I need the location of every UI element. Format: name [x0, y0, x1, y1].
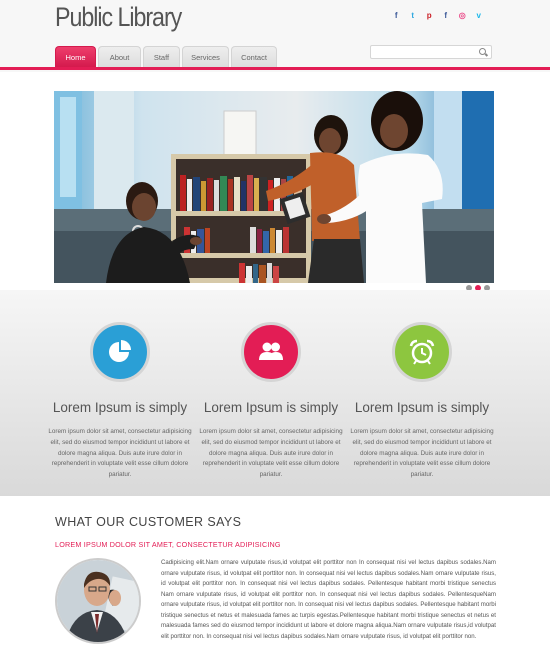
pie-chart-icon — [90, 322, 150, 382]
site-logo[interactable]: Public Library — [55, 2, 182, 33]
hero-slider[interactable] — [54, 91, 494, 283]
main-nav: Home About Staff Services Contact — [55, 46, 277, 67]
vimeo-icon[interactable]: v — [471, 10, 488, 22]
users-icon — [241, 322, 301, 382]
tab-about[interactable]: About — [98, 46, 141, 67]
facebook-alt-icon[interactable]: f — [438, 10, 455, 22]
pinterest-icon[interactable]: p — [421, 10, 438, 22]
feature-title: Lorem Ipsum is simply — [354, 400, 490, 415]
feature-text: Lorem ipsum dolor sit amet, consectetur … — [199, 428, 343, 479]
testimonial-section: WHAT OUR CUSTOMER SAYS LOREM IPSUM DOLOR… — [0, 496, 550, 654]
tab-contact[interactable]: Contact — [231, 46, 277, 67]
feature-1: Lorem Ipsum is simply Lorem ipsum dolor … — [40, 320, 200, 481]
tab-home[interactable]: Home — [55, 46, 96, 67]
header: Public Library f t p f ◎ v Home About St… — [0, 0, 550, 72]
feature-3: Lorem Ipsum is simply Lorem ipsum dolor … — [342, 320, 502, 481]
tab-staff[interactable]: Staff — [143, 46, 180, 67]
feature-title: Lorem Ipsum is simply — [203, 400, 339, 415]
avatar — [55, 558, 141, 644]
feature-text: Lorem ipsum dolor sit amet, consectetur … — [48, 428, 192, 479]
dribbble-icon[interactable]: ◎ — [454, 10, 471, 22]
features-section: Lorem Ipsum is simply Lorem ipsum dolor … — [0, 290, 550, 496]
feature-2: Lorem Ipsum is simply Lorem ipsum dolor … — [191, 320, 351, 481]
search-input[interactable] — [371, 51, 474, 64]
search-icon[interactable] — [479, 48, 486, 55]
search-box — [370, 45, 492, 64]
feature-title: Lorem Ipsum is simply — [52, 400, 188, 415]
alarm-clock-icon — [392, 322, 452, 382]
testimonial-text: Cadipisicing elit.Nam ornare vulputate r… — [161, 559, 496, 640]
twitter-icon[interactable]: t — [405, 10, 422, 22]
feature-text: Lorem ipsum dolor sit amet, consectetur … — [350, 428, 494, 479]
testimonial-subtitle: LOREM IPSUM DOLOR SIT AMET, CONSECTETUR … — [55, 540, 281, 549]
nav-underline — [0, 67, 550, 70]
facebook-icon[interactable]: f — [388, 10, 405, 22]
testimonial-title: WHAT OUR CUSTOMER SAYS — [55, 515, 242, 529]
social-links: f t p f ◎ v — [388, 10, 487, 22]
hero-photo — [54, 91, 494, 283]
tab-services[interactable]: Services — [182, 46, 229, 67]
